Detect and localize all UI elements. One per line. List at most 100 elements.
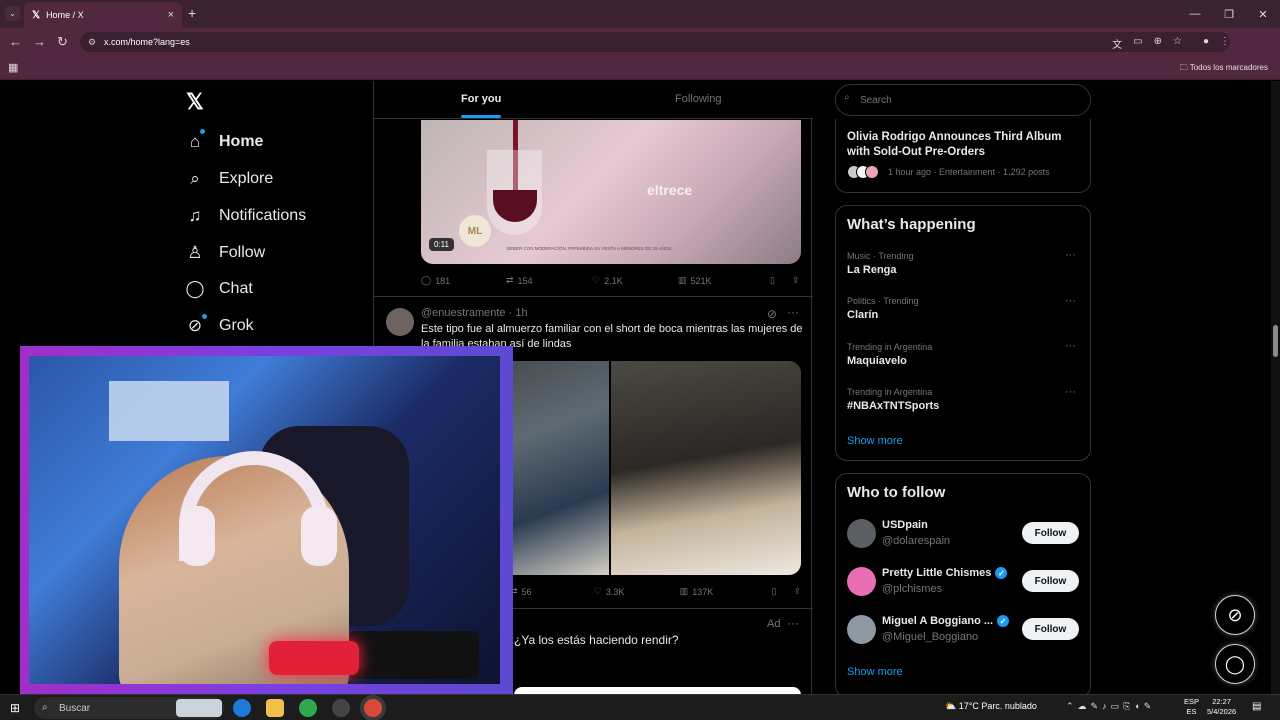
new-tab-button[interactable]: + <box>188 5 196 21</box>
page-scrollbar[interactable] <box>1271 81 1280 694</box>
nav-item-home[interactable]: ⌂ Home <box>185 132 264 152</box>
repost-button[interactable]: ⇄ 56 <box>510 586 594 597</box>
account-handle: @Miguel_Boggiano <box>882 631 979 643</box>
forward-icon[interactable]: → <box>33 34 46 49</box>
avatar[interactable] <box>847 567 876 596</box>
nav-item-chat[interactable]: ◯ Chat <box>185 279 252 299</box>
more-icon[interactable]: ··· <box>1065 340 1076 352</box>
profile-icon[interactable]: ● <box>1203 36 1209 51</box>
follow-button[interactable]: Follow <box>1022 522 1079 544</box>
bookmark-icon[interactable]: ▯ <box>772 586 794 597</box>
legal-caption: BEBER CON MODERACIÓN. PROHIBIDA SU VENTA… <box>507 246 673 251</box>
nav-item-grok[interactable]: ⊘ Grok <box>185 316 254 336</box>
grok-icon: ⊘ <box>1227 604 1243 625</box>
account-name[interactable]: Pretty Little Chismes ✓ <box>882 567 1008 579</box>
edge-icon[interactable] <box>233 699 251 717</box>
trend-name[interactable]: Clarín <box>847 309 878 321</box>
translate-icon[interactable]: 文 <box>1112 36 1122 51</box>
follow-button[interactable]: Follow <box>1022 618 1079 640</box>
minimize-icon[interactable]: — <box>1178 0 1212 28</box>
account-name[interactable]: USDpain <box>882 519 928 531</box>
verified-badge-icon: ✓ <box>997 615 1010 627</box>
trend-name[interactable]: #NBAxTNTSports <box>847 400 939 412</box>
obs-icon[interactable] <box>332 699 350 717</box>
home-icon: ⌂ <box>189 132 201 151</box>
chrome-icon[interactable] <box>299 699 317 717</box>
post-photo-right[interactable] <box>611 361 801 575</box>
more-icon[interactable]: ··· <box>787 305 799 319</box>
messages-floating-button[interactable]: ◯ <box>1215 644 1255 684</box>
file-explorer-icon[interactable] <box>266 699 284 717</box>
nav-item-explore[interactable]: ⌕ Explore <box>185 169 273 189</box>
search-input[interactable]: Search <box>835 84 1091 116</box>
close-window-icon[interactable]: ✕ <box>1246 0 1280 28</box>
tab-for-you[interactable]: For you <box>461 93 501 105</box>
like-button[interactable]: ♡ 3.3K <box>594 586 680 597</box>
more-icon[interactable]: ··· <box>787 616 799 630</box>
post-handle[interactable]: @enuestramente · 1h <box>421 307 528 319</box>
more-icon[interactable]: ··· <box>1065 386 1076 398</box>
nav-label: Explore <box>219 170 274 187</box>
verified-badge-icon: ✓ <box>995 567 1008 579</box>
bookmark-star-icon[interactable]: ☆ <box>1173 36 1182 51</box>
widget-thumbnail[interactable] <box>176 699 222 717</box>
tab-search-icon[interactable]: ⌄ <box>5 6 20 21</box>
post-video[interactable]: eltrece ML 0:11 BEBER CON MODERACIÓN. PR… <box>421 120 801 264</box>
news-meta: 1 hour ago · Entertainment · 1,292 posts <box>888 167 1050 177</box>
system-tray-icons[interactable]: ⌃☁✎♪▭⎘◖✎ <box>1066 701 1155 712</box>
avatar[interactable] <box>847 615 876 644</box>
bookmark-icon[interactable]: ▯ <box>770 275 792 286</box>
browser-tab[interactable]: 𝕏 Home / X × <box>24 2 182 28</box>
address-bar[interactable]: x.com/home?lang=es <box>80 32 1230 52</box>
tab-following[interactable]: Following <box>675 93 721 105</box>
reply-button[interactable]: ◯ 181 <box>421 275 506 286</box>
weather[interactable]: ⛅ 17°C Parc. nublado <box>945 701 1037 712</box>
clock[interactable]: 22:27 5/4/2026 <box>1207 697 1236 717</box>
follow-button[interactable]: Follow <box>1022 570 1079 592</box>
news-title[interactable]: Olivia Rodrigo Announces Third Album wit… <box>847 130 1083 160</box>
grok-post-icon[interactable]: ⊘ <box>767 307 777 321</box>
avatar[interactable] <box>386 308 414 336</box>
restore-icon[interactable]: ❐ <box>1212 0 1246 28</box>
scroll-thumb[interactable] <box>1273 325 1278 357</box>
menu-dots-icon[interactable]: ⋮ <box>1220 36 1230 51</box>
account-name[interactable]: Miguel A Boggiano ... ✓ <box>882 615 1010 627</box>
trend-name[interactable]: La Renga <box>847 264 897 276</box>
x-logo-icon[interactable]: 𝕏 <box>186 89 204 115</box>
share-icon[interactable]: ⇪ <box>792 275 800 286</box>
more-icon[interactable]: ··· <box>1065 249 1076 261</box>
webcam-feed <box>29 356 500 684</box>
ad-card[interactable] <box>514 687 801 694</box>
timeline-tabs: For you Following <box>374 81 813 119</box>
zoom-icon[interactable]: ⊕ <box>1154 36 1162 51</box>
chrome-active-icon[interactable] <box>364 699 382 717</box>
more-icon[interactable]: ··· <box>1065 295 1076 307</box>
all-bookmarks-button[interactable]: 🗀 Todos los marcadores <box>1180 62 1268 76</box>
views-icon: ▥ <box>679 586 689 596</box>
repost-button[interactable]: ⇄ 154 <box>506 275 592 286</box>
grok-notification-dot <box>202 314 207 319</box>
views-button[interactable]: ▥ 137K <box>680 586 772 597</box>
active-tab-indicator <box>461 115 501 118</box>
grok-floating-button[interactable]: ⊘ <box>1215 595 1255 635</box>
share-icon[interactable]: ⇪ <box>793 586 801 597</box>
views-icon: ▥ <box>678 275 687 285</box>
notifications-icon[interactable]: ▤ <box>1252 701 1261 712</box>
show-more-link[interactable]: Show more <box>847 666 903 678</box>
close-tab-icon[interactable]: × <box>168 9 174 21</box>
like-button[interactable]: ♡ 2.1K <box>592 275 678 286</box>
avatar[interactable] <box>847 519 876 548</box>
nav-item-notifications[interactable]: ♫ Notifications <box>185 206 307 226</box>
show-more-link[interactable]: Show more <box>847 435 903 447</box>
back-icon[interactable]: ← <box>9 34 22 49</box>
trend-name[interactable]: Maquiavelo <box>847 355 907 367</box>
cast-icon[interactable]: ▭ <box>1133 36 1142 51</box>
language-indicator[interactable]: ESP ES <box>1184 697 1199 717</box>
windows-start-icon[interactable]: ⊞ <box>10 701 20 715</box>
views-button[interactable]: ▥ 521K <box>678 275 770 286</box>
nav-item-follow[interactable]: ♙ Follow <box>185 243 265 263</box>
site-info-icon[interactable]: ⚙ <box>88 37 96 48</box>
omnibox-actions: 文 ▭ ⊕ ☆ ● ⋮ <box>1112 36 1230 51</box>
reload-icon[interactable]: ↻ <box>57 34 68 50</box>
apps-grid-icon[interactable]: ▦ <box>8 61 18 74</box>
